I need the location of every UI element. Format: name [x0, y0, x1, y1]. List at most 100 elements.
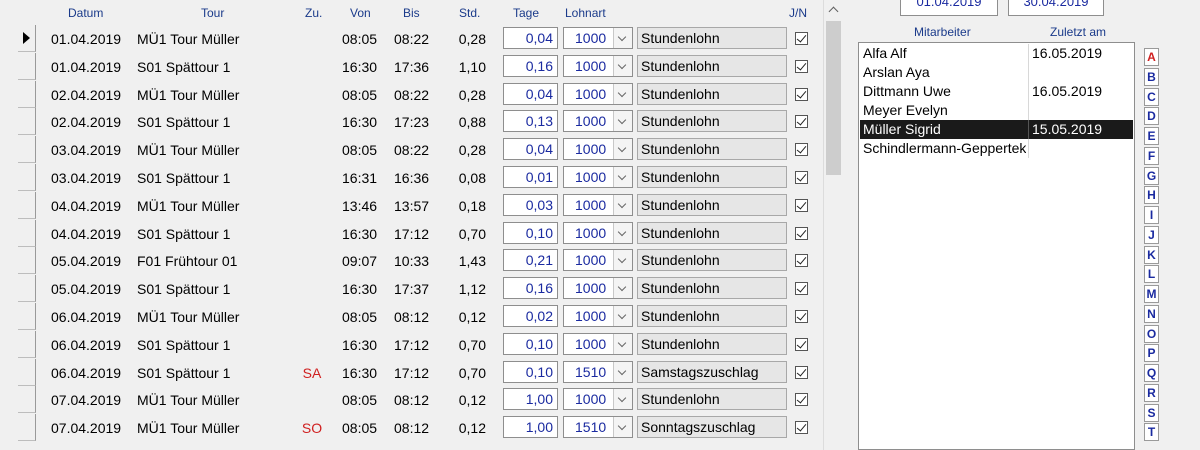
employee-list-item[interactable]: Meyer Evelyn [860, 101, 1133, 120]
wage-type-select[interactable]: 1510 [563, 416, 633, 439]
active-checkbox[interactable] [795, 59, 808, 73]
letter-filter-f[interactable]: F [1144, 146, 1159, 165]
wage-type-select[interactable]: 1000 [563, 193, 633, 216]
wage-type-select[interactable]: 1000 [563, 249, 633, 272]
table-row[interactable]: 03.04.2019 S01 Spättour 1 16:31 16:36 0,08 0,… [0, 164, 822, 192]
active-checkbox[interactable] [795, 87, 808, 101]
letter-filter-l[interactable]: L [1144, 265, 1159, 284]
letter-filter-e[interactable]: E [1144, 127, 1159, 145]
wage-type-select[interactable]: 1000 [563, 166, 633, 188]
employee-list-item[interactable]: Schindlermann-Geppertek [860, 139, 1133, 158]
table-row[interactable]: 06.04.2019 S01 Spättour 1 SA 16:30 17:12 0,70… [0, 358, 822, 387]
employee-list[interactable]: Alfa Alf 16.05.2019 Arslan Aya Dittmann Uwe… [858, 42, 1135, 450]
table-row[interactable]: 07.04.2019 MÜ1 Tour Müller SO 08:05 08:12 0,1… [0, 414, 822, 442]
row-selector[interactable] [18, 80, 36, 108]
letter-filter-d[interactable]: D [1144, 107, 1159, 126]
table-row[interactable]: 02.04.2019 S01 Spättour 1 16:30 17:23 0,88 0,… [0, 108, 822, 136]
row-selector[interactable] [18, 52, 36, 80]
chevron-down-icon[interactable] [613, 306, 632, 326]
days-input[interactable]: 0,10 [503, 360, 558, 383]
days-input[interactable]: 0,16 [503, 54, 558, 77]
row-selector[interactable] [18, 358, 36, 386]
period-to-field[interactable]: 30.04.2019 [1008, 0, 1104, 16]
days-input[interactable]: 0,13 [503, 110, 558, 133]
days-input[interactable]: 0,03 [503, 193, 558, 216]
letter-filter-n[interactable]: N [1144, 304, 1159, 323]
active-checkbox[interactable] [795, 198, 808, 212]
row-selector[interactable] [18, 275, 36, 303]
chevron-down-icon[interactable] [613, 111, 632, 132]
row-selector[interactable] [18, 330, 36, 358]
chevron-down-icon[interactable] [613, 278, 632, 299]
wage-type-select[interactable]: 1000 [563, 305, 633, 327]
chevron-down-icon[interactable] [613, 361, 632, 382]
wage-type-select[interactable]: 1000 [563, 277, 633, 300]
active-checkbox[interactable] [795, 226, 808, 240]
days-input[interactable]: 1,00 [503, 388, 558, 411]
active-checkbox[interactable] [795, 171, 808, 184]
letter-filter-r[interactable]: R [1144, 383, 1159, 402]
letter-filter-s[interactable]: S [1144, 403, 1159, 422]
active-checkbox[interactable] [795, 282, 808, 296]
wage-type-select[interactable]: 1510 [563, 360, 633, 383]
table-row[interactable]: 05.04.2019 F01 Frühtour 01 09:07 10:33 1,43 0… [0, 247, 822, 275]
scroll-up-icon[interactable] [824, 0, 843, 19]
letter-filter-j[interactable]: J [1144, 225, 1159, 244]
scrollbar-thumb[interactable] [826, 21, 841, 175]
letter-filter-t[interactable]: T [1144, 423, 1159, 442]
days-input[interactable]: 0,04 [503, 82, 558, 105]
days-input[interactable]: 0,10 [503, 221, 558, 244]
days-input[interactable]: 0,10 [503, 332, 558, 355]
table-row[interactable]: 03.04.2019 MÜ1 Tour Müller 08:05 08:22 0,28 0… [0, 136, 822, 164]
active-checkbox[interactable] [795, 421, 808, 435]
days-input[interactable]: 1,00 [503, 416, 558, 439]
wage-type-select[interactable]: 1000 [563, 388, 633, 411]
days-input[interactable]: 0,01 [503, 166, 558, 188]
active-checkbox[interactable] [795, 393, 808, 407]
wage-type-select[interactable]: 1000 [563, 27, 633, 49]
chevron-down-icon[interactable] [613, 28, 632, 48]
letter-filter-b[interactable]: B [1144, 67, 1159, 86]
active-checkbox[interactable] [795, 143, 808, 157]
days-input[interactable]: 0,16 [503, 277, 558, 300]
letter-filter-p[interactable]: P [1144, 344, 1159, 363]
row-selector[interactable] [18, 247, 36, 275]
letter-filter-g[interactable]: G [1144, 166, 1159, 185]
table-row[interactable]: 01.04.2019 S01 Spättour 1 16:30 17:36 1,10 0,… [0, 52, 822, 81]
letter-filter-q[interactable]: Q [1144, 364, 1159, 382]
row-selector[interactable] [18, 386, 36, 414]
letter-filter-h[interactable]: H [1144, 186, 1159, 205]
row-selector[interactable] [18, 414, 36, 442]
chevron-down-icon[interactable] [613, 139, 632, 160]
days-input[interactable]: 0,04 [503, 27, 558, 49]
active-checkbox[interactable] [795, 115, 808, 129]
row-selector[interactable] [18, 108, 36, 136]
employee-list-item[interactable]: Dittmann Uwe 16.05.2019 [860, 82, 1133, 101]
employee-list-item[interactable]: Arslan Aya [860, 63, 1133, 82]
period-from-field[interactable]: 01.04.2019 [900, 0, 998, 16]
row-selector[interactable] [18, 219, 36, 247]
employee-list-item[interactable]: Müller Sigrid 15.05.2019 [860, 120, 1133, 139]
table-row[interactable]: 06.04.2019 S01 Spättour 1 16:30 17:12 0,70 0,… [0, 330, 822, 359]
chevron-down-icon[interactable] [613, 167, 632, 187]
chevron-down-icon[interactable] [613, 389, 632, 410]
letter-filter-i[interactable]: I [1144, 206, 1159, 224]
active-checkbox[interactable] [795, 310, 808, 323]
wage-type-select[interactable]: 1000 [563, 82, 633, 105]
chevron-down-icon[interactable] [613, 417, 632, 438]
letter-filter-c[interactable]: C [1144, 87, 1159, 106]
letter-filter-k[interactable]: K [1144, 245, 1159, 264]
wage-type-select[interactable]: 1000 [563, 138, 633, 161]
active-checkbox[interactable] [795, 254, 808, 268]
table-row[interactable]: 04.04.2019 S01 Spättour 1 16:30 17:12 0,70 0,… [0, 219, 822, 248]
letter-filter-o[interactable]: O [1144, 324, 1159, 343]
chevron-down-icon[interactable] [613, 250, 632, 271]
chevron-down-icon[interactable] [613, 194, 632, 215]
chevron-down-icon[interactable] [613, 333, 632, 354]
table-row[interactable]: 04.04.2019 MÜ1 Tour Müller 13:46 13:57 0,18 0… [0, 191, 822, 220]
wage-type-select[interactable]: 1000 [563, 110, 633, 133]
row-selector[interactable] [18, 25, 36, 52]
wage-type-select[interactable]: 1000 [563, 54, 633, 77]
table-row[interactable]: 06.04.2019 MÜ1 Tour Müller 08:05 08:12 0,12 0… [0, 303, 822, 331]
days-input[interactable]: 0,21 [503, 249, 558, 272]
